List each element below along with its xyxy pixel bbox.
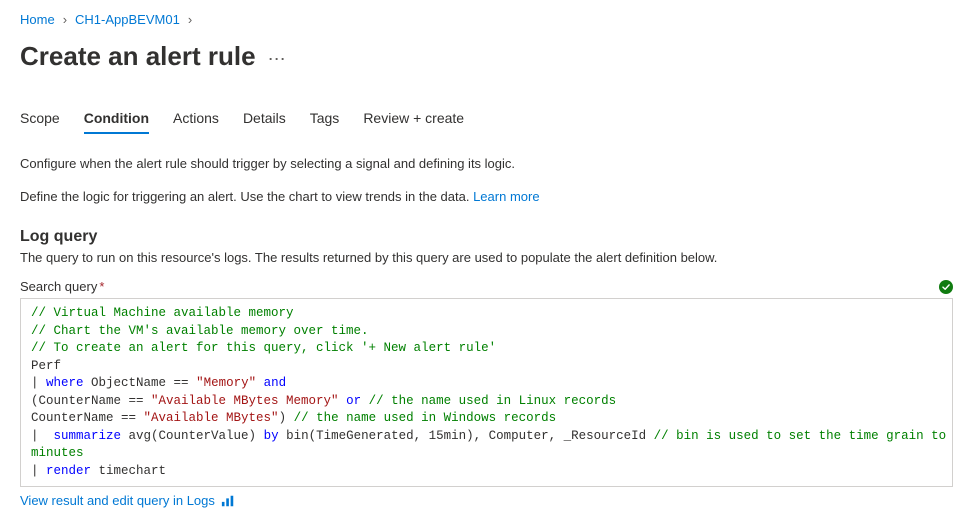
code-text: )	[279, 411, 294, 425]
code-line: Perf	[31, 359, 61, 373]
required-indicator: *	[99, 279, 104, 294]
define-logic-text: Define the logic for triggering an alert…	[20, 189, 473, 204]
log-query-description: The query to run on this resource's logs…	[20, 250, 953, 265]
learn-more-link[interactable]: Learn more	[473, 189, 539, 204]
code-text: timechart	[91, 464, 166, 478]
condition-intro-text: Configure when the alert rule should tri…	[20, 156, 953, 171]
tab-condition[interactable]: Condition	[84, 110, 149, 134]
breadcrumb-resource[interactable]: CH1-AppBEVM01	[75, 12, 180, 27]
code-keyword: where	[46, 376, 84, 390]
logs-icon	[221, 494, 235, 508]
code-comment: // Virtual Machine available memory	[31, 306, 294, 320]
code-text: (CounterName ==	[31, 394, 151, 408]
validation-success-icon	[939, 280, 953, 294]
view-in-logs-link[interactable]: View result and edit query in Logs	[20, 493, 215, 508]
code-comment: // the name used in Linux records	[369, 394, 617, 408]
condition-define-text: Define the logic for triggering an alert…	[20, 189, 953, 204]
tab-review-create[interactable]: Review + create	[363, 110, 464, 134]
code-keyword: and	[256, 376, 286, 390]
code-line: |	[31, 376, 46, 390]
breadcrumb: Home › CH1-AppBEVM01 ›	[20, 8, 953, 41]
code-comment: // To create an alert for this query, cl…	[31, 341, 496, 355]
code-comment: // bin is used to set the time grain to …	[654, 429, 953, 443]
log-query-heading: Log query	[20, 228, 953, 246]
view-in-logs-row: View result and edit query in Logs	[20, 493, 953, 508]
code-text: CounterName ==	[31, 411, 144, 425]
tab-details[interactable]: Details	[243, 110, 286, 134]
code-text: |	[31, 429, 54, 443]
search-query-editor[interactable]: // Virtual Machine available memory // C…	[20, 298, 953, 487]
tab-actions[interactable]: Actions	[173, 110, 219, 134]
tab-scope[interactable]: Scope	[20, 110, 60, 134]
search-query-label-text: Search query	[20, 279, 97, 294]
code-comment: // Chart the VM's available memory over …	[31, 324, 369, 338]
more-actions-button[interactable]: ⋯	[268, 43, 287, 70]
breadcrumb-home[interactable]: Home	[20, 12, 55, 27]
code-string: "Available MBytes Memory"	[151, 394, 339, 408]
code-string: "Available MBytes"	[144, 411, 279, 425]
code-keyword: by	[264, 429, 279, 443]
code-text: |	[31, 464, 46, 478]
tab-tags[interactable]: Tags	[310, 110, 340, 134]
tab-bar: Scope Condition Actions Details Tags Rev…	[20, 110, 953, 134]
search-query-label-row: Search query*	[20, 279, 953, 294]
code-string: "Memory"	[196, 376, 256, 390]
code-keyword: or	[339, 394, 369, 408]
page-title: Create an alert rule	[20, 41, 256, 72]
code-text: avg(CounterValue)	[121, 429, 264, 443]
code-comment: // the name used in Windows records	[294, 411, 557, 425]
code-text: bin(TimeGenerated, 15min), Computer, _Re…	[279, 429, 654, 443]
code-keyword: summarize	[54, 429, 122, 443]
code-comment: minutes	[31, 446, 84, 460]
chevron-right-icon: ›	[63, 12, 67, 27]
code-text: ObjectName ==	[84, 376, 197, 390]
search-query-label: Search query*	[20, 279, 104, 294]
chevron-right-icon: ›	[188, 12, 192, 27]
page-title-row: Create an alert rule ⋯	[20, 41, 953, 72]
code-keyword: render	[46, 464, 91, 478]
